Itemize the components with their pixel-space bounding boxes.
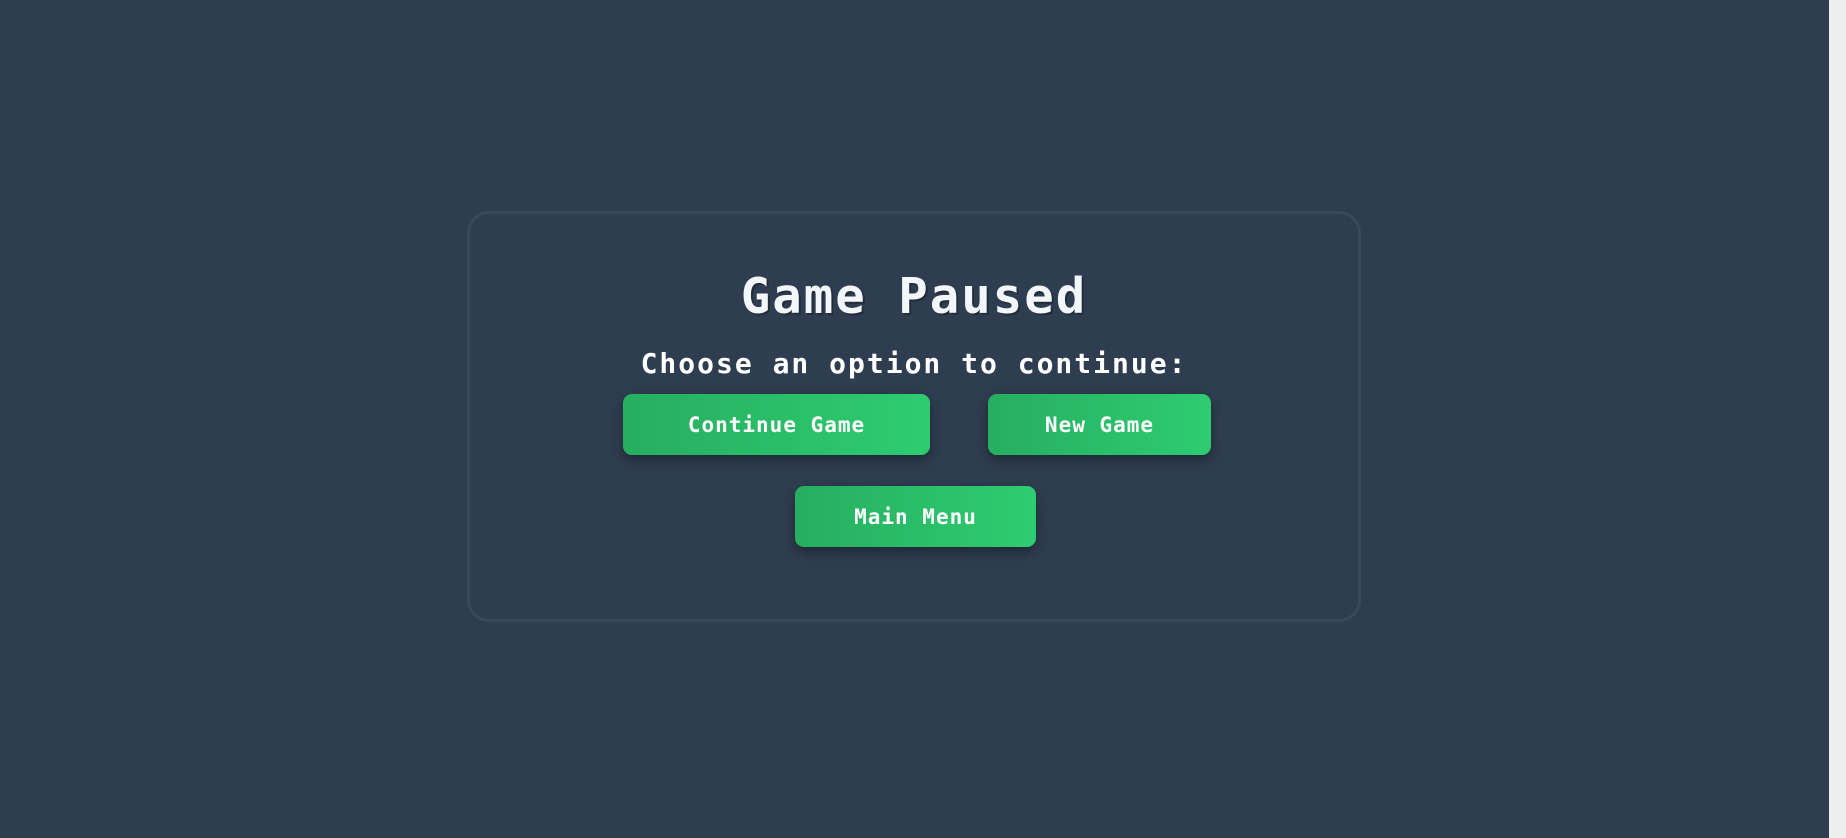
continue-game-label: Continue Game (687, 412, 866, 437)
main-menu-label: Main Menu (854, 504, 977, 529)
continue-game-button[interactable]: Continue Game (623, 394, 930, 455)
scrollbar-thumb[interactable] (1832, 0, 1843, 838)
new-game-button[interactable]: New Game (988, 394, 1211, 455)
main-menu-button[interactable]: Main Menu (795, 486, 1036, 547)
new-game-label: New Game (1044, 412, 1155, 437)
vertical-scrollbar[interactable] (1829, 0, 1846, 838)
pause-menu-panel: Game Paused Choose an option to continue… (467, 211, 1361, 622)
pause-title: Game Paused (740, 268, 1088, 325)
pause-subtitle: Choose an option to continue: (640, 347, 1188, 380)
